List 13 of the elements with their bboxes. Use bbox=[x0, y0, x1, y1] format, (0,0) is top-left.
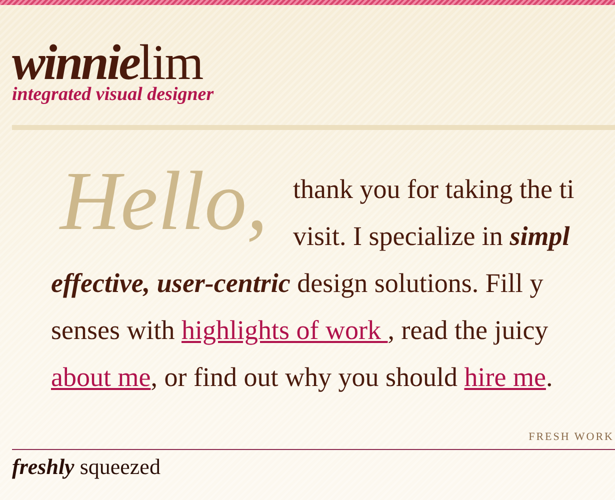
intro-line: about me, or find out why you should hire me. bbox=[51, 361, 553, 394]
tagline: integrated visual designer bbox=[12, 85, 215, 105]
intro-line: thank you for taking the ti bbox=[293, 173, 574, 206]
section-heading: freshly squeezed bbox=[12, 454, 162, 480]
site-logo[interactable]: winnielim bbox=[12, 37, 615, 87]
intro-line: effective, user-centric design solutions. Fill y bbox=[51, 267, 544, 300]
intro-line: senses with highlights of work , read the juicy bbox=[51, 314, 548, 347]
text-link[interactable]: hire me bbox=[464, 362, 546, 392]
greeting: Hello, bbox=[60, 160, 268, 244]
text-link[interactable]: about me bbox=[51, 362, 151, 392]
text-link[interactable]: highlights of work bbox=[182, 315, 388, 345]
section-label: FRESH WORK bbox=[528, 431, 614, 443]
intro-line: visit. I specialize in simpl bbox=[293, 220, 570, 253]
